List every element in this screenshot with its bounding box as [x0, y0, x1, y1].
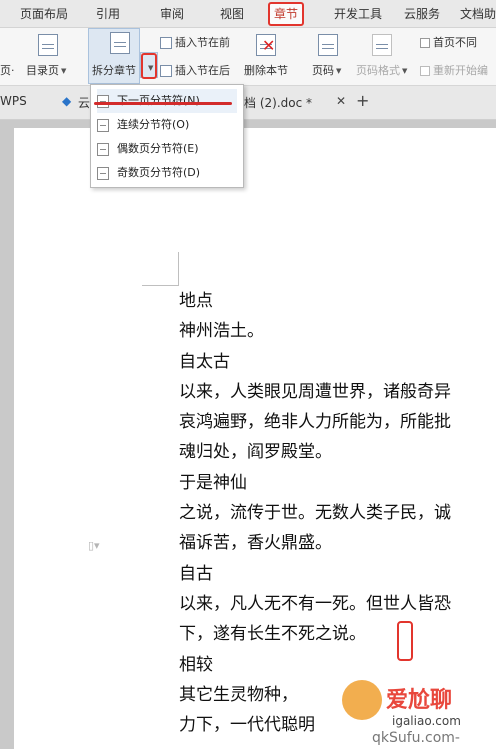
- page-number-format-icon: [372, 34, 392, 56]
- menu-item-odd-page-break[interactable]: 奇数页分节符(D): [97, 161, 237, 185]
- tab-review[interactable]: 审阅: [160, 0, 184, 28]
- text-line: 魂归处，阎罗殿堂。: [179, 442, 332, 463]
- chevron-down-icon: ▼: [148, 64, 154, 72]
- restart-numbering-label: 重新开始编: [433, 64, 488, 77]
- delete-x-icon: ✕: [262, 36, 276, 55]
- text-line: 之说，流传于世。无数人类子民，诚: [179, 503, 451, 524]
- insert-before-icon: [160, 37, 172, 49]
- menu-item-label: 偶数页分节符(E): [117, 142, 199, 155]
- tab-chapter[interactable]: 章节: [268, 2, 305, 26]
- tab-references[interactable]: 引用: [96, 0, 120, 28]
- continuous-break-icon: [97, 118, 109, 132]
- text-line: 自古: [179, 563, 213, 584]
- document-body[interactable]: 地点 神州浩土。 自太古 以来，人类眼见周遭世界，诸般奇异 哀鸿遍野，绝非人力所…: [179, 289, 451, 743]
- split-chapter-icon: [110, 32, 130, 54]
- page-number-format-button[interactable]: 页码格式 ▼: [356, 62, 407, 78]
- insert-section-after-button[interactable]: 插入节在后: [160, 62, 230, 78]
- menu-item-even-page-break[interactable]: 偶数页分节符(E): [97, 137, 237, 161]
- watermark-logo-icon: [342, 680, 382, 720]
- split-chapter-label[interactable]: 拆分章节: [92, 62, 136, 78]
- toc-page-icon: [38, 34, 58, 56]
- watermark-brand: 爱尬聊: [386, 688, 453, 713]
- odd-page-break-icon: [97, 166, 109, 180]
- text-line: 以来，凡人无不有一死。但世人皆恐: [179, 593, 451, 614]
- close-icon[interactable]: ✕: [336, 94, 346, 108]
- document-tab-bar: WPS ◆ 云 档 (2).doc * ✕ +: [0, 86, 496, 120]
- ribbon-tab-bar: 页面布局 引用 审阅 视图 章节 开发工具 云服务 文档助: [0, 0, 496, 28]
- text-line: 神州浩土。: [179, 321, 264, 342]
- tab-page-layout[interactable]: 页面布局: [20, 0, 68, 28]
- checkbox-icon: [420, 38, 430, 48]
- page-number-format-label: 页码格式: [356, 64, 400, 77]
- tab-current-document[interactable]: 档 (2).doc *: [244, 94, 312, 111]
- text-line: 于是神仙: [179, 472, 247, 493]
- text-line: 哀鸿遍野，绝非人力所能为，所能批: [179, 412, 451, 433]
- watermark-bottom: qkSufu.com-: [372, 730, 460, 746]
- cut-dropdown[interactable]: 页·: [0, 62, 15, 78]
- page-number-button[interactable]: 页码 ▼: [312, 62, 341, 78]
- menu-item-continuous-break[interactable]: 连续分节符(O): [97, 113, 237, 137]
- next-page-break-icon: [97, 94, 109, 108]
- first-page-different-label: 首页不同: [433, 36, 477, 49]
- page-number-label: 页码: [312, 64, 334, 77]
- page-corner-mark: [178, 252, 179, 286]
- tab-view[interactable]: 视图: [220, 0, 244, 28]
- insert-section-before-button[interactable]: 插入节在前: [160, 34, 230, 50]
- new-tab-icon[interactable]: +: [356, 91, 369, 110]
- menu-item-label: 奇数页分节符(D): [117, 166, 201, 179]
- text-line: 地点: [179, 291, 213, 311]
- restart-numbering-checkbox[interactable]: 重新开始编: [420, 62, 488, 78]
- page-number-icon: [318, 34, 338, 56]
- tab-cloud-doc[interactable]: 云: [78, 94, 90, 111]
- tab-developer[interactable]: 开发工具: [334, 0, 382, 28]
- menu-item-label: 连续分节符(O): [117, 118, 190, 131]
- watermark-site: igaliao.com: [392, 714, 461, 728]
- menu-item-next-page-break[interactable]: 下一页分节符(N): [97, 89, 237, 113]
- page-corner-mark: [142, 285, 178, 286]
- toc-page-button[interactable]: 目录页 ▼: [26, 62, 66, 78]
- delete-section-button[interactable]: 删除本节: [244, 62, 288, 78]
- insert-section-after-label: 插入节在后: [175, 64, 230, 77]
- chevron-down-icon: ▼: [336, 67, 342, 75]
- tab-wps[interactable]: WPS: [0, 94, 27, 108]
- red-underline-annotation: [94, 102, 232, 105]
- cursor-highlight-box: [397, 621, 413, 661]
- chevron-down-icon: ▼: [61, 67, 67, 75]
- menu-item-label: 下一页分节符(N): [117, 94, 200, 107]
- text-line: 以来，人类眼见周遭世界，诸般奇异: [179, 381, 451, 402]
- even-page-break-icon: [97, 142, 109, 156]
- paragraph-marker-icon[interactable]: ▯▾: [88, 539, 100, 552]
- tab-cloud[interactable]: 云服务: [404, 0, 440, 28]
- insert-section-before-label: 插入节在前: [175, 36, 230, 49]
- text-line: 福诉苦，香火鼎盛。: [179, 533, 332, 554]
- tab-doc-assistant[interactable]: 文档助: [460, 0, 496, 28]
- insert-after-icon: [160, 65, 172, 77]
- split-chapter-menu: 下一页分节符(N) 连续分节符(O) 偶数页分节符(E) 奇数页分节符(D): [90, 84, 244, 188]
- chapter-ribbon: 页· 目录页 ▼ 拆分章节 ▼ 插入节在前 插入节在后 ✕ 删除本节 页码 ▼ 页码…: [0, 28, 496, 86]
- first-page-different-checkbox[interactable]: 首页不同: [420, 34, 477, 50]
- text-line: 自太古: [179, 351, 230, 372]
- toc-page-label: 目录页: [26, 64, 59, 77]
- watermark: 爱尬聊 igaliao.com qkSufu.com-: [332, 678, 496, 749]
- chevron-down-icon: ▼: [402, 67, 408, 75]
- checkbox-icon: [420, 66, 430, 76]
- cloud-icon: ◆: [62, 94, 72, 108]
